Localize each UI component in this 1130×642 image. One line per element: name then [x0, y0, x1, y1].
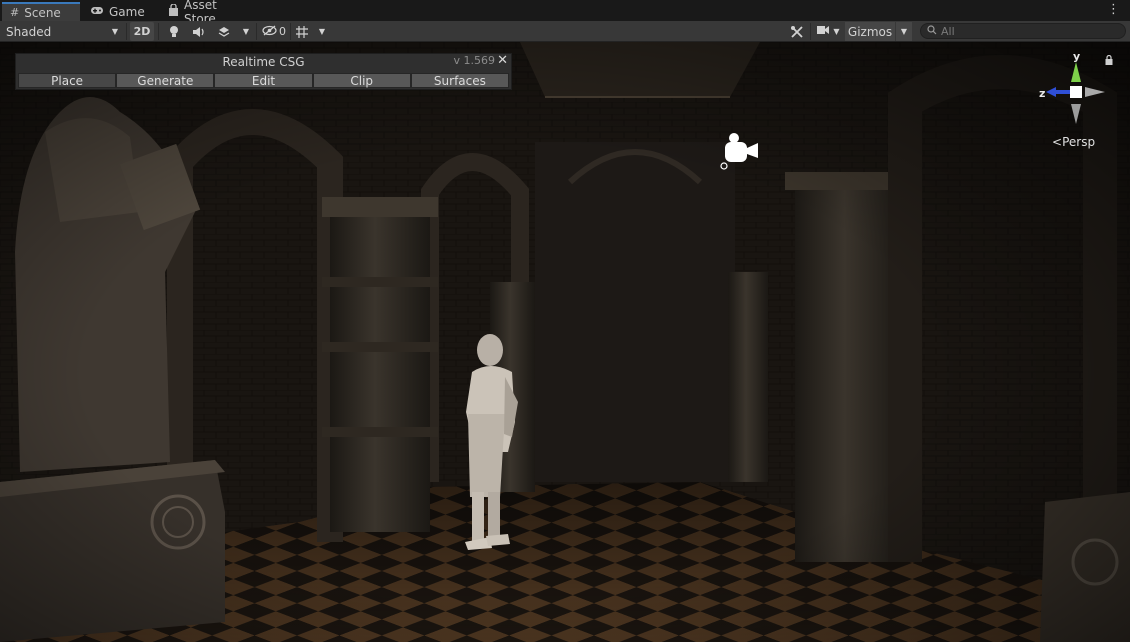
- effects-dropdown-chevron-icon[interactable]: ▼: [238, 22, 254, 41]
- axis-y-label: y: [1073, 50, 1080, 63]
- tools-icon[interactable]: [786, 22, 808, 41]
- gizmos-button[interactable]: Gizmos: [845, 22, 895, 41]
- shopping-bag-icon: [168, 3, 179, 19]
- lock-icon[interactable]: [1105, 54, 1113, 68]
- gamepad-icon: [90, 5, 104, 18]
- scene-visibility-toggle[interactable]: 0: [259, 22, 289, 41]
- video-camera-icon: [816, 25, 830, 38]
- camera-settings-dropdown[interactable]: ▼: [813, 22, 843, 41]
- hidden-object-count: 0: [279, 25, 286, 38]
- grid-icon: #: [10, 6, 20, 19]
- csg-version: v 1.569: [453, 54, 496, 67]
- search-input[interactable]: [941, 24, 1111, 38]
- scene-viewport[interactable]: y z: [0, 42, 1130, 642]
- toolbar-divider: [158, 23, 159, 40]
- toolbar-divider: [810, 23, 811, 40]
- draw-mode-dropdown[interactable]: Shaded ▼: [0, 22, 124, 41]
- axis-z-label: z: [1039, 87, 1045, 100]
- eye-slash-icon: [262, 24, 277, 39]
- scene-render: y z: [0, 42, 1130, 642]
- effects-toggle-icon[interactable]: [213, 22, 235, 41]
- csg-panel-title: Realtime CSG: [222, 55, 305, 69]
- tab-scene[interactable]: # Scene: [2, 2, 80, 21]
- close-icon[interactable]: ✕: [497, 53, 508, 68]
- more-options-icon[interactable]: ⋮: [1107, 3, 1120, 17]
- csg-mode-tabs: Place Generate Edit Clip Surfaces: [18, 73, 510, 88]
- chevron-down-icon: ▼: [111, 27, 118, 36]
- draw-mode-value: Shaded: [6, 24, 52, 39]
- lighting-toggle-icon[interactable]: [163, 22, 185, 41]
- realtime-csg-panel: Realtime CSG v 1.569 ✕ Place Generate Ed…: [15, 53, 512, 90]
- search-icon: [927, 24, 937, 38]
- csg-tab-place[interactable]: Place: [18, 73, 117, 88]
- scene-toolbar: Shaded ▼ 2D ▼ 0 ▼ ▼ Gizmos ▼: [0, 21, 1130, 42]
- chevron-left-icon: <: [1052, 135, 1063, 149]
- csg-tab-generate[interactable]: Generate: [116, 73, 215, 88]
- gizmos-dropdown-chevron-icon[interactable]: ▼: [896, 22, 912, 41]
- toolbar-divider: [290, 23, 291, 40]
- grid-dropdown-chevron-icon[interactable]: ▼: [314, 22, 330, 41]
- projection-label: Persp: [1062, 135, 1096, 149]
- hierarchy-search[interactable]: [920, 23, 1126, 39]
- csg-tab-clip[interactable]: Clip: [312, 73, 411, 88]
- csg-tab-surfaces[interactable]: Surfaces: [410, 73, 510, 88]
- toolbar-divider: [256, 23, 257, 40]
- tab-scene-label: Scene: [24, 5, 61, 20]
- window-tab-bar: # Scene Game Asset Store ⋮: [0, 0, 1130, 26]
- tab-game[interactable]: Game: [82, 2, 160, 21]
- chevron-down-icon: ▼: [833, 27, 840, 36]
- csg-tab-edit[interactable]: Edit: [214, 73, 313, 88]
- tab-game-label: Game: [109, 4, 145, 19]
- tab-asset-store[interactable]: Asset Store: [160, 0, 255, 26]
- 2d-mode-toggle[interactable]: 2D: [130, 22, 154, 41]
- toolbar-divider: [126, 23, 127, 40]
- projection-toggle[interactable]: <Persp: [1052, 135, 1095, 149]
- grid-toggle-icon[interactable]: [292, 22, 312, 41]
- audio-toggle-icon[interactable]: [188, 22, 210, 41]
